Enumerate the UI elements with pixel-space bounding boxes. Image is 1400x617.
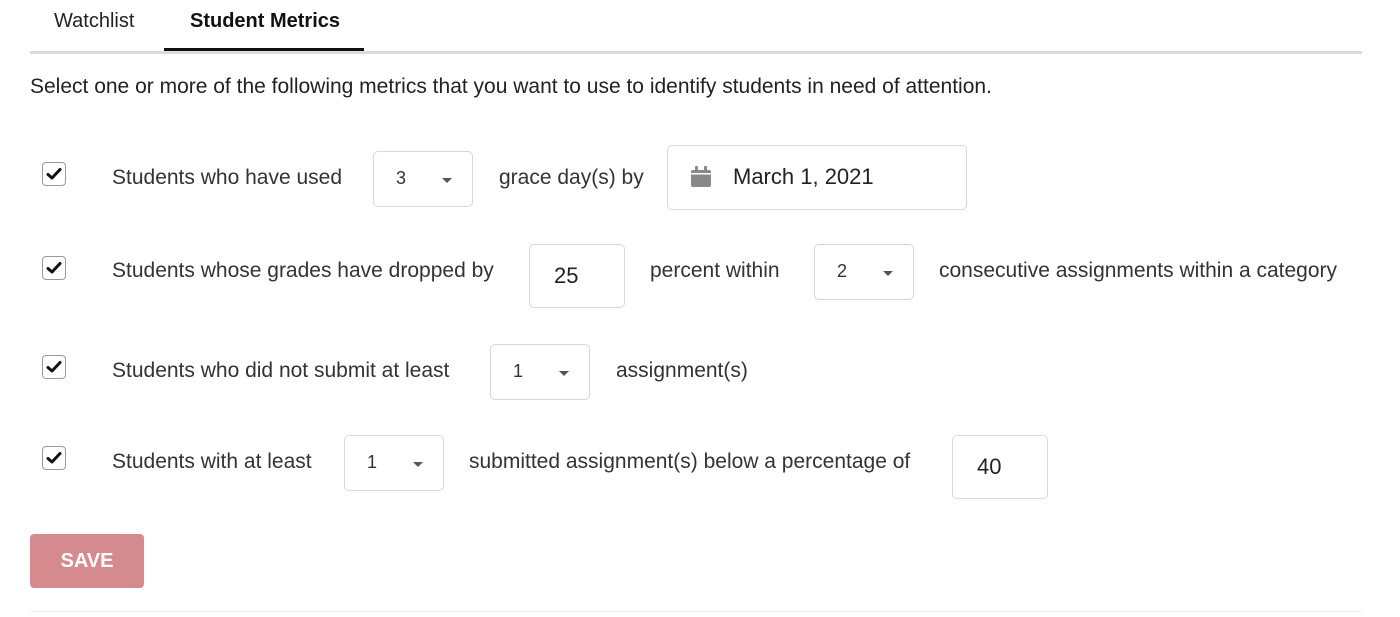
grace-days-count-value: 3 [396, 168, 407, 188]
tab-watchlist[interactable]: Watchlist [54, 10, 134, 33]
consecutive-count-value: 2 [837, 261, 848, 281]
missing-submissions-checkbox[interactable] [42, 355, 66, 379]
tab-bar: Watchlist Student Metrics [30, 0, 1362, 54]
chevron-down-icon [883, 271, 893, 276]
below-percentage-label: submitted assignment(s) below a percenta… [469, 450, 911, 473]
save-button[interactable]: SAVE [30, 534, 144, 588]
consecutive-label: consecutive assignments within a categor… [939, 259, 1338, 282]
low-scores-count-select[interactable]: 1 [344, 435, 444, 491]
low-scores-count-value: 1 [367, 452, 378, 472]
date-value: March 1, 2021 [733, 164, 874, 189]
grade-drop-percent-input[interactable]: 25 [529, 244, 625, 308]
grade-drop-label: Students whose grades have dropped by [112, 259, 494, 282]
grace-days-checkbox[interactable] [42, 162, 66, 186]
checkmark-icon [46, 262, 62, 274]
calendar-icon [691, 166, 711, 187]
grade-drop-checkbox[interactable] [42, 256, 66, 280]
grace-days-label: Students who have used [112, 166, 342, 189]
checkmark-icon [46, 168, 62, 180]
missing-submissions-count-select[interactable]: 1 [490, 344, 590, 400]
consecutive-count-select[interactable]: 2 [814, 244, 914, 300]
active-tab-indicator [164, 48, 364, 51]
checkmark-icon [46, 452, 62, 464]
grace-days-by-label: grace day(s) by [499, 166, 644, 189]
grace-days-date-picker[interactable]: March 1, 2021 [667, 145, 967, 210]
percent-within-label: percent within [650, 259, 780, 282]
low-scores-label: Students with at least [112, 450, 312, 473]
missing-submissions-count-value: 1 [513, 361, 524, 381]
missing-submissions-label: Students who did not submit at least [112, 359, 450, 382]
chevron-down-icon [413, 462, 423, 467]
tab-student-metrics[interactable]: Student Metrics [190, 10, 340, 33]
assignments-label: assignment(s) [616, 359, 748, 382]
low-scores-checkbox[interactable] [42, 446, 66, 470]
low-scores-percent-input[interactable]: 40 [952, 435, 1048, 499]
chevron-down-icon [559, 371, 569, 376]
chevron-down-icon [442, 178, 452, 183]
divider [30, 611, 1362, 612]
grace-days-count-select[interactable]: 3 [373, 151, 473, 207]
instructions-text: Select one or more of the following metr… [30, 75, 992, 98]
checkmark-icon [46, 361, 62, 373]
